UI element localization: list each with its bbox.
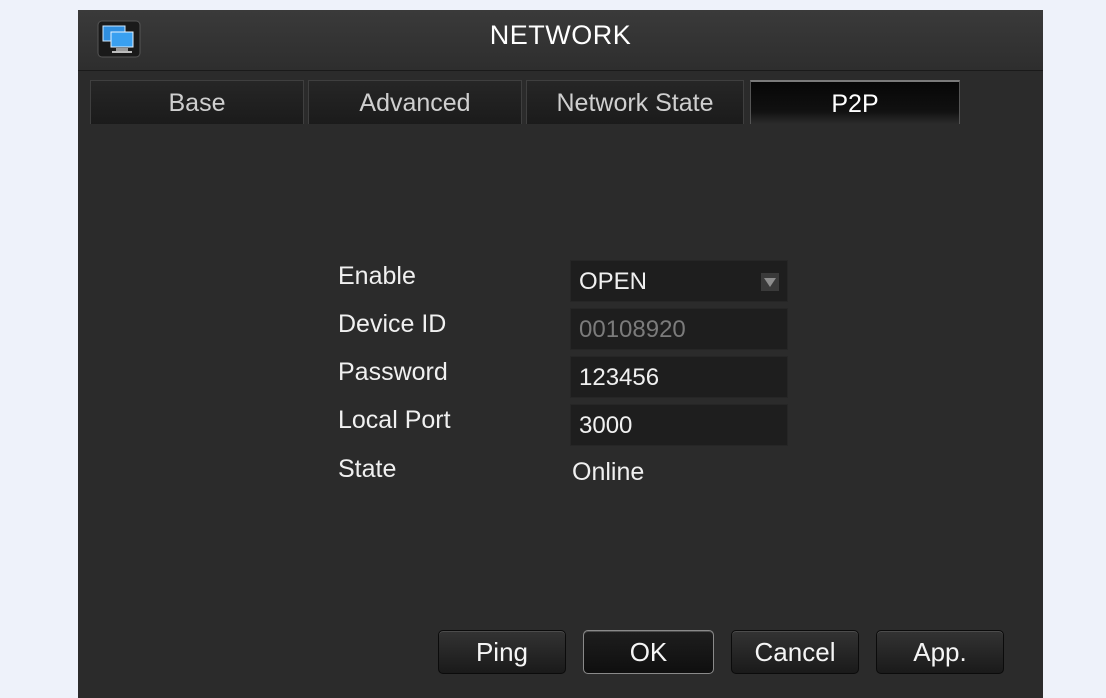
local-port-field[interactable]: 3000 bbox=[570, 404, 788, 446]
enable-select-value: OPEN bbox=[579, 268, 648, 295]
tab-network-state[interactable]: Network State bbox=[526, 80, 744, 124]
state-label: State bbox=[338, 455, 397, 483]
cancel-button[interactable]: Cancel bbox=[731, 630, 859, 674]
state-value: Online bbox=[572, 458, 645, 486]
title-bar: NETWORK bbox=[78, 10, 1043, 71]
enable-select[interactable]: OPEN bbox=[570, 260, 788, 302]
password-field[interactable]: 123456 bbox=[570, 356, 788, 398]
network-dialog: NETWORK Base Advanced Network State P2P … bbox=[78, 10, 1043, 698]
device-id-field: 00108920 bbox=[570, 308, 788, 350]
password-label: Password bbox=[338, 358, 448, 386]
apply-button[interactable]: App. bbox=[876, 630, 1004, 674]
device-id-label: Device ID bbox=[338, 310, 447, 338]
tab-advanced[interactable]: Advanced bbox=[308, 80, 522, 124]
ok-button[interactable]: OK bbox=[583, 630, 714, 674]
chevron-down-icon[interactable] bbox=[761, 273, 779, 291]
local-port-label: Local Port bbox=[338, 406, 451, 434]
tab-bar: Base Advanced Network State P2P bbox=[90, 80, 1030, 126]
enable-label: Enable bbox=[338, 262, 416, 290]
ping-button[interactable]: Ping bbox=[438, 630, 566, 674]
tab-base[interactable]: Base bbox=[90, 80, 304, 124]
tab-p2p[interactable]: P2P bbox=[750, 80, 960, 124]
window-title: NETWORK bbox=[489, 20, 632, 50]
